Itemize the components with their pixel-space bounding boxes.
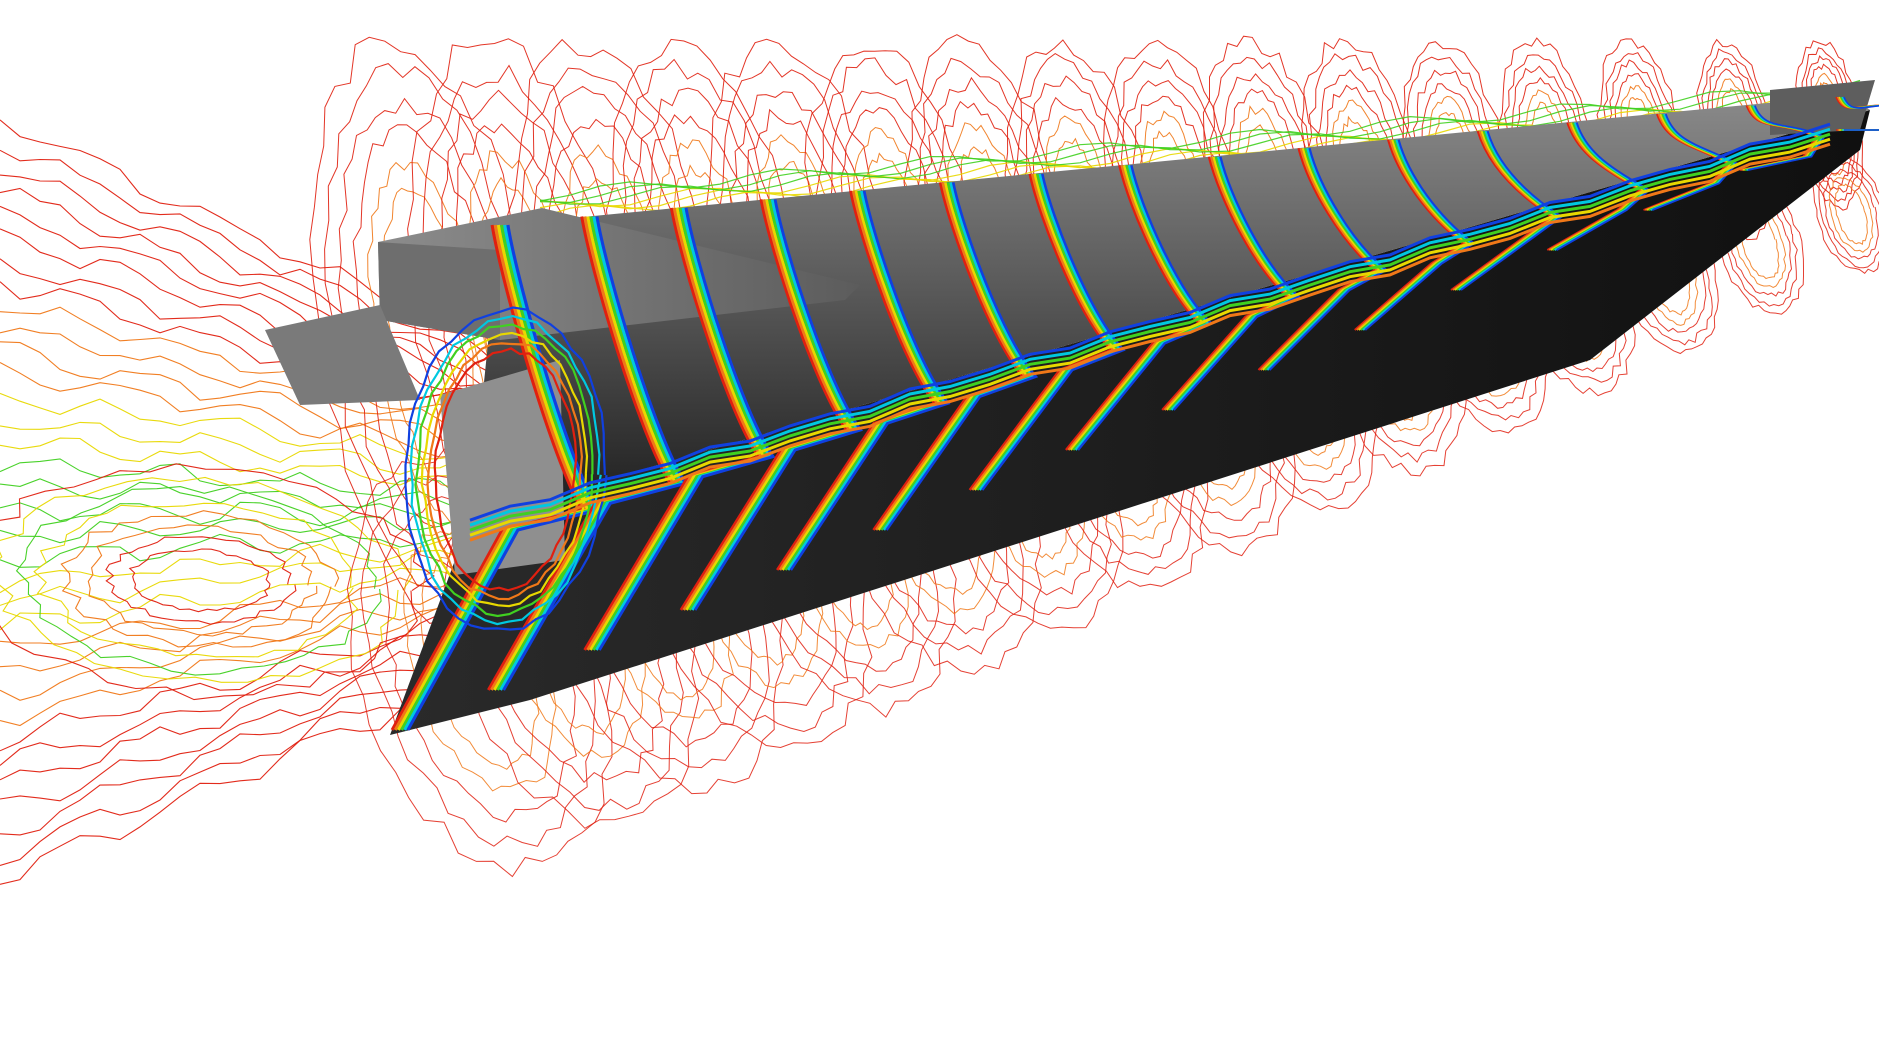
cfd-render-canvas bbox=[0, 34, 1879, 885]
wake-loop bbox=[15, 486, 382, 676]
cfd-flow-visualization bbox=[0, 0, 1879, 1057]
